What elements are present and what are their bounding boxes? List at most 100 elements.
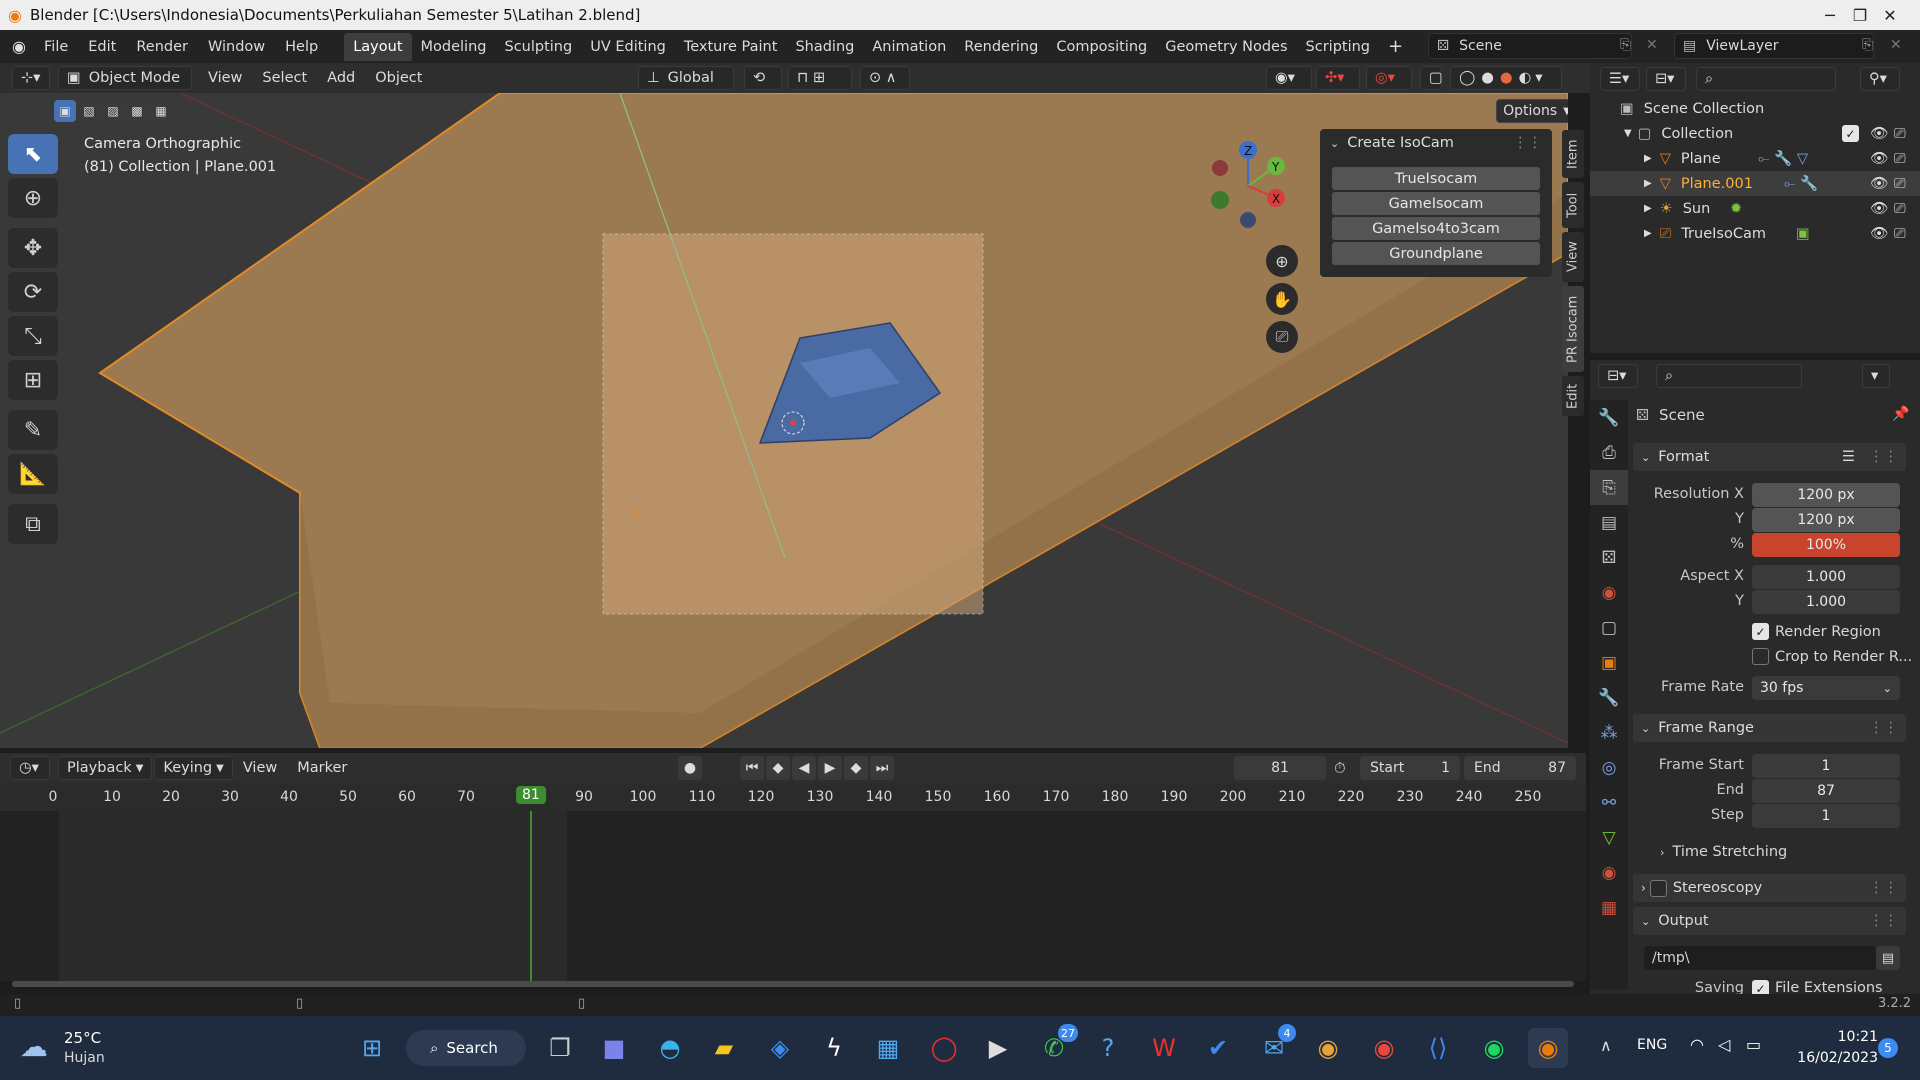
physics-tab-icon[interactable]: ◎	[1590, 750, 1628, 785]
scale-tool-icon[interactable]: ⤡	[8, 316, 58, 356]
material-shading-icon[interactable]: ●	[1500, 70, 1513, 86]
world-tab-icon[interactable]: ◉	[1590, 575, 1628, 610]
remove-scene-icon[interactable]: ✕	[1646, 37, 1658, 53]
solid-shading-icon[interactable]: ●	[1481, 70, 1494, 86]
outliner-item-trueisocam[interactable]: ▶ ⎚ TrueIsoCam ▣ 👁 ⎚	[1590, 221, 1920, 246]
frame-rate-dropdown[interactable]: 30 fps ⌄	[1752, 676, 1900, 700]
windows-start-icon[interactable]: ⊞	[352, 1028, 392, 1068]
blender-menu-icon[interactable]: ◉	[12, 37, 34, 56]
display-mode-icon[interactable]: ⊟▾	[1646, 67, 1686, 91]
end-frame-field[interactable]: End 87	[1464, 756, 1576, 780]
gameiso4to3cam-button[interactable]: GameIso4to3cam	[1332, 217, 1540, 240]
timeline-menu-marker[interactable]: Marker	[287, 760, 357, 776]
timeline-scrollbar[interactable]	[12, 981, 1574, 987]
material-tab-icon[interactable]: ◉	[1590, 855, 1628, 890]
wifi-icon[interactable]: ◠	[1690, 1035, 1704, 1054]
output-section-header[interactable]: ⌄ Output ⋮⋮	[1633, 907, 1906, 935]
drag-handle-icon[interactable]: ⋮⋮	[1869, 880, 1898, 896]
render-camera-icon[interactable]: ⎚	[1894, 226, 1906, 242]
trueisocam-button[interactable]: TrueIsocam	[1332, 167, 1540, 190]
chrome-profile-2-icon[interactable]: ◉	[1364, 1028, 1404, 1068]
store-icon[interactable]: ▦	[868, 1028, 908, 1068]
viewlayer-selector[interactable]: ▤ ViewLayer	[1674, 33, 1874, 59]
select-box-tool-icon[interactable]: ⬉	[8, 134, 58, 174]
add-cube-tool-icon[interactable]: ⧉	[8, 504, 58, 544]
edge-icon[interactable]: ◓	[650, 1028, 690, 1068]
tab-shading[interactable]: Shading	[786, 33, 863, 61]
render-tab-icon[interactable]: ⎙	[1590, 435, 1628, 470]
snap-dropdown[interactable]: ⊓ ⊞	[788, 66, 852, 90]
view-layer-tab-icon[interactable]: ▤	[1590, 505, 1628, 540]
options-dropdown[interactable]: Options ▼	[1496, 99, 1568, 123]
pan-hand-icon[interactable]: ✋	[1266, 283, 1298, 315]
filter-icon[interactable]: ⚲▾	[1860, 67, 1900, 91]
eye-icon[interactable]: 👁	[1870, 200, 1888, 217]
presets-icon[interactable]: ☰	[1842, 449, 1855, 465]
render-camera-icon[interactable]: ⎚	[1894, 201, 1906, 217]
texture-tab-icon[interactable]: ▦	[1590, 890, 1628, 925]
current-frame-field[interactable]: 81	[1234, 756, 1326, 780]
playback-dropdown[interactable]: Playback ▼	[58, 756, 153, 780]
frame-end-field[interactable]: 87	[1752, 779, 1900, 803]
output-path-input[interactable]: /tmp\	[1644, 946, 1876, 970]
tab-compositing[interactable]: Compositing	[1047, 33, 1156, 61]
task-view-icon[interactable]: ❐	[540, 1028, 580, 1068]
stopwatch-icon[interactable]: ⏱	[1334, 759, 1346, 777]
clock-date[interactable]: 16/02/2023	[1780, 1050, 1878, 1066]
constraint-tab-icon[interactable]: ⚯	[1590, 785, 1628, 820]
tab-sculpting[interactable]: Sculpting	[495, 33, 581, 61]
folder-icon[interactable]: ▤	[1876, 946, 1900, 970]
help-icon[interactable]: ?	[1088, 1028, 1128, 1068]
tool-tab-icon[interactable]: 🔧	[1590, 400, 1628, 435]
jump-end-icon[interactable]: ⏭	[870, 756, 894, 780]
shading-modes[interactable]: ◯ ● ● ◐ ▾	[1450, 66, 1562, 90]
viewport-menu-select[interactable]: Select	[252, 70, 317, 86]
viewport-menu-object[interactable]: Object	[365, 70, 432, 86]
editor-type-icon[interactable]: ⊹▾	[12, 66, 50, 90]
tab-geometry-nodes[interactable]: Geometry Nodes	[1156, 33, 1296, 61]
tab-uv-editing[interactable]: UV Editing	[581, 33, 675, 61]
tab-view[interactable]: View	[1562, 232, 1584, 282]
prev-keyframe-icon[interactable]: ◆	[766, 756, 790, 780]
media-player-icon[interactable]: ▶	[978, 1028, 1018, 1068]
clock-time[interactable]: 10:21	[1800, 1029, 1878, 1045]
scene-tab-icon[interactable]: ⚄	[1590, 540, 1628, 575]
outliner-item-sun[interactable]: ▶ ☀ Sun ✹ 👁 ⎚	[1590, 196, 1920, 221]
outliner-search-input[interactable]: ⌕	[1696, 67, 1836, 91]
pivot-dropdown[interactable]: ⟲	[744, 66, 782, 90]
annotate-tool-icon[interactable]: ✎	[8, 410, 58, 450]
show-hidden-icons-icon[interactable]: ∧	[1600, 1036, 1612, 1055]
mode-dropdown[interactable]: ▣ Object Mode	[58, 66, 192, 90]
remove-viewlayer-icon[interactable]: ✕	[1890, 37, 1902, 53]
move-tool-icon[interactable]: ✥	[8, 228, 58, 268]
tab-animation[interactable]: Animation	[863, 33, 955, 61]
tab-edit[interactable]: Edit	[1562, 376, 1584, 416]
tab-tool[interactable]: Tool	[1562, 182, 1584, 228]
properties-options-icon[interactable]: ▾	[1862, 364, 1890, 388]
resolution-percent-field[interactable]: 100%	[1752, 533, 1900, 557]
render-region-checkbox[interactable]: ✓ Render Region	[1752, 623, 1881, 640]
rotate-tool-icon[interactable]: ⟳	[8, 272, 58, 312]
dropbox-icon[interactable]: ◈	[760, 1028, 800, 1068]
select-extend-icon[interactable]: ▧	[78, 100, 100, 122]
measure-tool-icon[interactable]: 📐	[8, 454, 58, 494]
spotify-icon[interactable]: ◉	[1474, 1028, 1514, 1068]
drag-handle-icon[interactable]: ⋮⋮	[1869, 449, 1898, 465]
stereoscopy-section-header[interactable]: › Stereoscopy ⋮⋮	[1633, 874, 1906, 902]
scene-collection-row[interactable]: ▣ Scene Collection	[1590, 96, 1920, 121]
battery-icon[interactable]: ▭	[1746, 1035, 1761, 1054]
timeline-menu-view[interactable]: View	[233, 760, 287, 776]
wps-icon[interactable]: W	[1144, 1028, 1184, 1068]
groundplane-button[interactable]: Groundplane	[1332, 242, 1540, 265]
viewport-menu-view[interactable]: View	[198, 70, 252, 86]
render-camera-icon[interactable]: ⎚	[1894, 126, 1906, 142]
pin-icon[interactable]: 📌	[1892, 406, 1909, 422]
object-tab-icon[interactable]: ▣	[1590, 645, 1628, 680]
drag-handle-icon[interactable]: ⋮⋮	[1869, 720, 1898, 736]
menu-render[interactable]: Render	[126, 39, 198, 55]
menu-edit[interactable]: Edit	[78, 39, 126, 55]
menu-file[interactable]: File	[34, 39, 78, 55]
file-extensions-checkbox[interactable]: ✓ File Extensions	[1752, 980, 1883, 994]
timeline-ruler[interactable]: 0 10 20 30 40 50 60 70 81 90 100 110 120 130 140 150 160…	[0, 783, 1586, 811]
cursor-tool-icon[interactable]: ⊕	[8, 178, 58, 218]
